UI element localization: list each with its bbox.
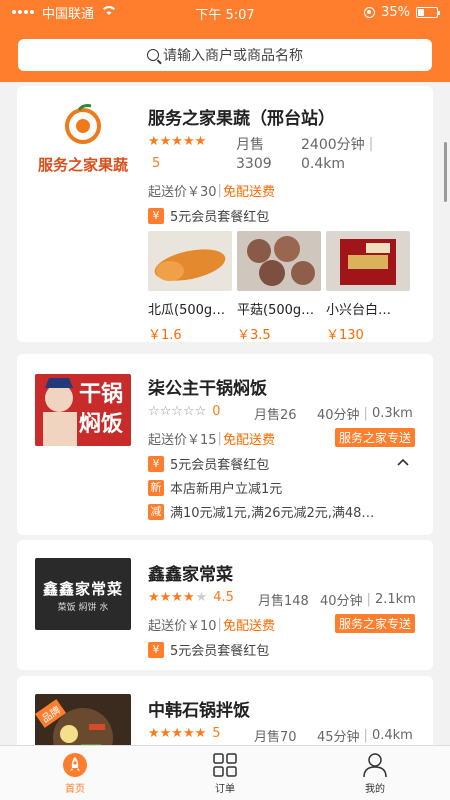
coupon-badge: ¥ — [148, 641, 164, 658]
collapse-chevron-icon[interactable] — [395, 454, 411, 470]
product-price: ￥130 — [326, 328, 364, 343]
rocket-icon — [62, 752, 88, 778]
monthly-sales: 月售70 — [254, 730, 297, 745]
rating-value: 0 — [212, 404, 221, 419]
star-rating: ★★★★★ — [148, 726, 207, 741]
store-image: 鑫鑫家常菜 菜饭 焖饼 水 — [35, 558, 131, 630]
tab-profile[interactable]: 我的 — [300, 746, 450, 800]
carrier-label: 中国联通 — [42, 6, 95, 22]
delivery-time: 45分钟 — [317, 730, 360, 745]
rating-value: 5 — [152, 156, 161, 171]
monthly-sales-label: 月售 — [236, 137, 264, 153]
tab-label: 首页 — [65, 783, 85, 795]
discount-badge: 减 — [148, 503, 164, 520]
star-rating: ☆☆☆☆☆ — [148, 404, 207, 419]
free-delivery: 免配送费 — [222, 185, 275, 200]
status-bar: 中国联通 下午 5:07 35% — [0, 0, 450, 24]
free-delivery: 免配送费 — [222, 619, 275, 634]
promo-text: 满10元减1元,满26元减2元,满48… — [170, 506, 375, 521]
orientation-lock-icon — [364, 6, 376, 18]
delivery-tag: 服务之家专送 — [334, 428, 415, 447]
rating-value: 4.5 — [213, 590, 234, 605]
store-card[interactable]: 品牌 中韩石锅拌饭 ★★★★★ 5 月售70 45分钟 | 0.4km — [17, 676, 433, 745]
store-name: 柒公主干锅焖饭 — [148, 379, 267, 399]
min-order: 起送价￥30 — [148, 185, 217, 200]
delivery-time: 40分钟 — [320, 594, 363, 609]
delivery-tag: 服务之家专送 — [334, 614, 415, 633]
battery-icon — [416, 6, 440, 18]
grid-icon — [212, 752, 238, 778]
coupon-badge: ¥ — [148, 207, 164, 224]
star-rating: ★★★★★ — [148, 590, 208, 605]
new-user-badge: 新 — [148, 479, 164, 496]
free-delivery: 免配送费 — [222, 433, 275, 448]
promo-text: 5元会员套餐红包 — [170, 210, 270, 225]
store-card[interactable]: 干锅焖饭 柒公主干锅焖饭 ☆☆☆☆☆ 0 月售26 40分钟 | 0.3km 起送价… — [17, 354, 433, 535]
rating-value: 5 — [212, 726, 221, 741]
star-rating: ★★★★★ — [148, 134, 207, 149]
search-icon — [147, 49, 159, 61]
store-image-text: 鑫鑫家常菜 — [42, 580, 123, 598]
monthly-sales: 3309 — [236, 156, 272, 172]
distance: 0.4km — [371, 728, 413, 743]
store-name: 鑫鑫家常菜 — [148, 565, 233, 585]
store-name: 服务之家果蔬（邢台站） — [148, 109, 335, 129]
tab-label: 订单 — [215, 783, 235, 795]
wifi-icon — [102, 5, 116, 20]
tab-label: 我的 — [365, 783, 385, 795]
delivery-time: 40分钟 — [317, 408, 360, 423]
product-item[interactable]: 平菇(500g… ￥3.5 — [237, 231, 321, 343]
store-image-subtext: 菜饭 焖饼 水 — [57, 603, 109, 613]
product-price: ￥1.6 — [148, 328, 182, 343]
distance: 2.1km — [374, 592, 416, 607]
scrollbar[interactable] — [444, 142, 447, 202]
product-image — [237, 231, 321, 291]
distance: 0.4km — [301, 156, 346, 172]
app-header: 中国联通 下午 5:07 35% 请输入商户或商品名称 — [0, 0, 450, 82]
coupon-badge: ¥ — [148, 455, 164, 472]
search-bar[interactable]: 请输入商户或商品名称 — [18, 39, 432, 71]
product-item[interactable]: 北瓜(500g… ￥1.6 — [148, 231, 232, 343]
store-card[interactable]: 服务之家果蔬 服务之家果蔬（邢台站） ★★★★★ 5 月售 3309 2400分… — [17, 86, 433, 343]
promo-text: 本店新用户立减1元 — [170, 482, 283, 497]
product-name: 平菇(500g… — [237, 303, 315, 318]
product-name: 小兴台白… — [326, 303, 392, 318]
person-icon — [362, 752, 388, 778]
promo-text: 5元会员套餐红包 — [170, 644, 270, 659]
store-list[interactable]: 服务之家果蔬 服务之家果蔬（邢台站） ★★★★★ 5 月售 3309 2400分… — [0, 82, 450, 745]
store-logo-text: 服务之家果蔬 — [37, 156, 128, 174]
store-logo: 服务之家果蔬 — [35, 102, 131, 182]
delivery-time: 2400分钟 — [301, 137, 365, 153]
product-name: 北瓜(500g… — [148, 303, 226, 318]
tab-home[interactable]: 首页 — [0, 746, 150, 800]
distance: 0.3km — [371, 406, 413, 421]
monthly-sales: 月售26 — [254, 408, 297, 423]
min-order: 起送价￥10 — [148, 619, 217, 634]
store-image-text: 干锅焖饭 — [79, 382, 124, 437]
product-price: ￥3.5 — [237, 328, 271, 343]
monthly-sales: 月售148 — [258, 594, 309, 609]
signal-icon — [12, 10, 34, 14]
product-image — [326, 231, 410, 291]
product-image — [148, 231, 232, 291]
tab-orders[interactable]: 订单 — [150, 746, 300, 800]
battery-percent: 35% — [381, 4, 410, 20]
search-placeholder: 请输入商户或商品名称 — [163, 48, 303, 64]
store-name: 中韩石锅拌饭 — [148, 701, 250, 721]
store-card[interactable]: 鑫鑫家常菜 菜饭 焖饼 水 鑫鑫家常菜 ★★★★ ★ 4.5 月售148 40分钟… — [17, 540, 433, 670]
store-image: 品牌 — [35, 694, 131, 745]
min-order: 起送价￥15 — [148, 433, 217, 448]
bottom-tab-bar: 首页 订单 我的 — [0, 745, 450, 800]
promo-text: 5元会员套餐红包 — [170, 458, 270, 473]
product-item[interactable]: 小兴台白… ￥130 — [326, 231, 410, 343]
store-image: 干锅焖饭 — [35, 374, 131, 446]
